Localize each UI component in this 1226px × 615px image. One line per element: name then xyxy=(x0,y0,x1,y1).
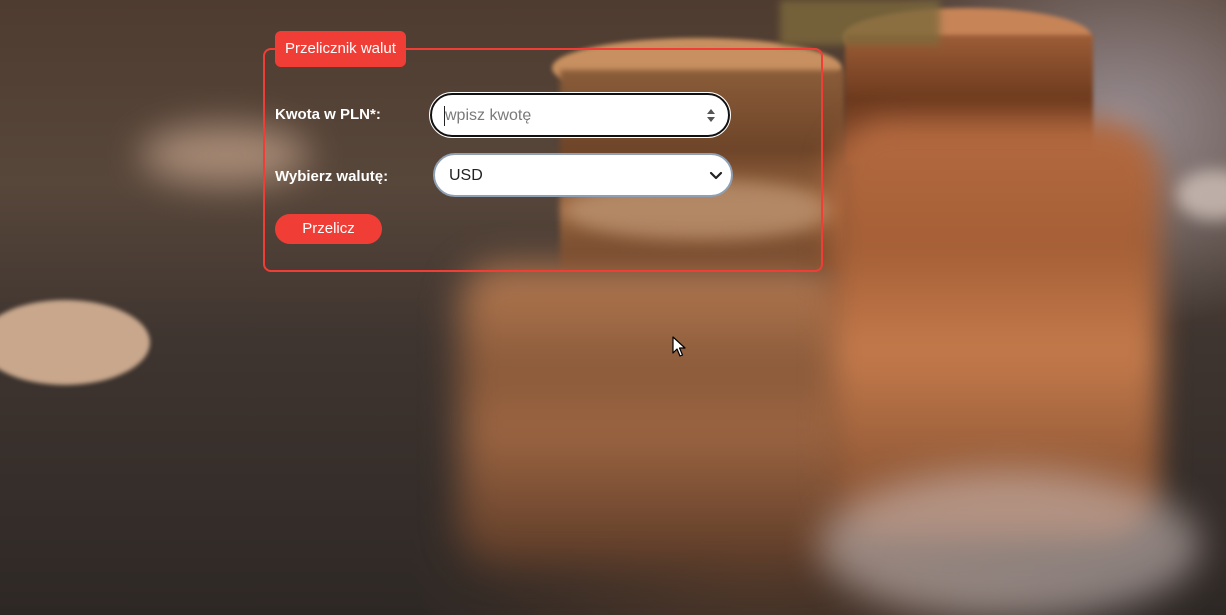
amount-input[interactable]: wpisz kwotę xyxy=(429,92,731,138)
currency-label: Wybierz walutę: xyxy=(275,168,389,185)
number-spinner-icon[interactable] xyxy=(706,107,716,125)
currency-select[interactable]: USD xyxy=(433,153,733,197)
currency-converter-form: Przelicznik walut Kwota w PLN*: wpisz kw… xyxy=(263,31,823,272)
spinner-down-icon[interactable] xyxy=(707,117,715,122)
amount-label: Kwota w PLN*: xyxy=(275,106,381,123)
currency-selected-value: USD xyxy=(449,167,483,184)
mouse-pointer-icon xyxy=(672,336,686,357)
form-title: Przelicznik walut xyxy=(275,31,406,67)
convert-button[interactable]: Przelicz xyxy=(275,214,382,244)
spinner-up-icon[interactable] xyxy=(707,109,715,114)
amount-placeholder: wpisz kwotę xyxy=(445,107,532,124)
chevron-down-icon xyxy=(709,171,723,180)
